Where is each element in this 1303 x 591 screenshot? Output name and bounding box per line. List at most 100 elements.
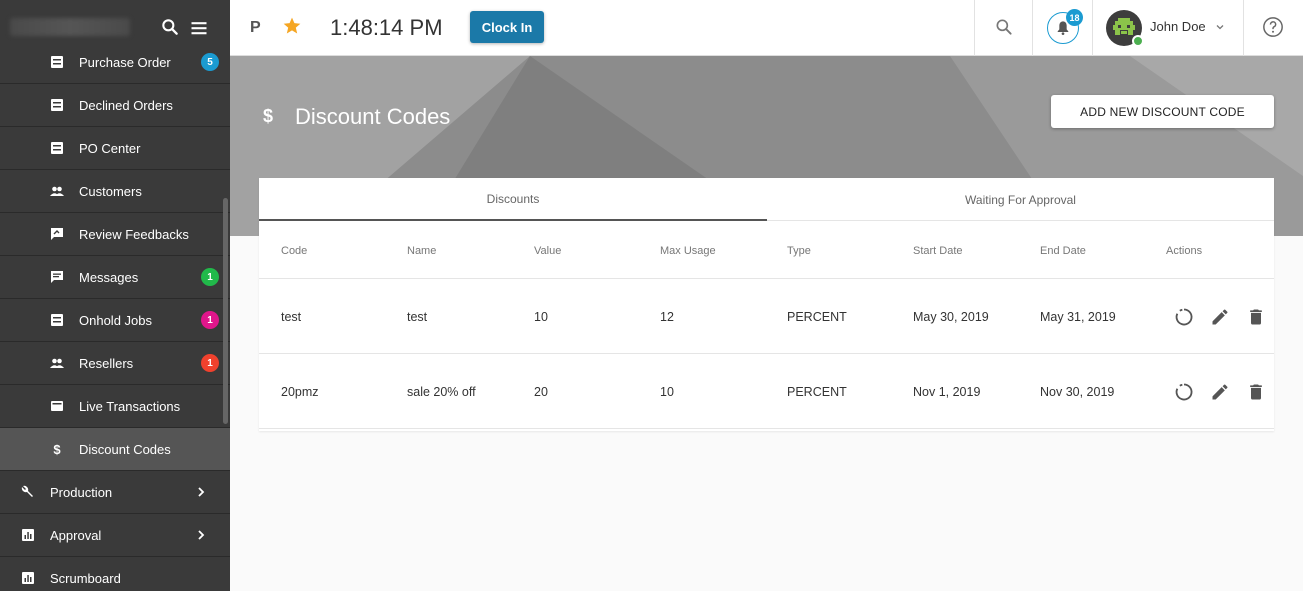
cell-max-usage: 12	[660, 310, 674, 324]
logo	[10, 18, 130, 36]
sidebar-item-scrumboard[interactable]: Scrumboard	[0, 557, 230, 591]
column-header[interactable]: Type	[787, 245, 811, 257]
user-name[interactable]: John Doe	[1150, 19, 1206, 34]
message-icon	[50, 270, 64, 284]
column-header[interactable]: Code	[281, 245, 307, 257]
wrench-icon	[21, 485, 35, 499]
edit-icon[interactable]	[1210, 382, 1230, 402]
star-icon[interactable]	[282, 16, 302, 36]
column-header[interactable]: Start Date	[913, 245, 963, 257]
cell-code: 20pmz	[281, 385, 319, 399]
cell-code: test	[281, 310, 302, 324]
table-row: test test 10 12 PERCENT May 30, 2019 May…	[259, 279, 1274, 354]
table-row: 20pmz sale 20% off 20 10 PERCENT Nov 1, …	[259, 354, 1274, 429]
edit-icon[interactable]	[1210, 307, 1230, 327]
sidebar-item-discount-codes[interactable]: $ Discount Codes	[0, 428, 230, 471]
tab-discounts[interactable]: Discounts	[259, 178, 767, 221]
online-status-icon	[1132, 35, 1144, 47]
table-header: Code Name Value Max Usage Type Start Dat…	[259, 221, 1274, 279]
tab-bar: Discounts Waiting For Approval	[259, 178, 1274, 221]
sidebar-item-label: Resellers	[79, 355, 134, 371]
list-icon	[50, 141, 64, 155]
list-icon	[50, 55, 64, 69]
count-badge: 1	[201, 268, 219, 286]
sidebar-item-review-feedbacks[interactable]: Review Feedbacks	[0, 213, 230, 256]
status-toggle-icon[interactable]	[1174, 307, 1194, 327]
clock-in-button[interactable]: Clock In	[470, 11, 544, 43]
sidebar-item-label: Approval	[50, 527, 102, 543]
cell-max-usage: 10	[660, 385, 674, 399]
sidebar-item-po-center[interactable]: PO Center	[0, 127, 230, 170]
count-badge: 5	[201, 53, 219, 71]
dollar-icon: $	[53, 441, 61, 457]
sidebar-item-customers[interactable]: Customers	[0, 170, 230, 213]
cell-value: 10	[534, 310, 548, 324]
count-badge: 1	[201, 311, 219, 329]
count-badge: 1	[201, 354, 219, 372]
sidebar: Purchase Order 5 Declined Orders PO Cent…	[0, 0, 230, 591]
column-header[interactable]: Value	[534, 245, 561, 257]
sidebar-item-label: Onhold Jobs	[79, 312, 152, 328]
menu-icon[interactable]	[189, 18, 209, 38]
help-icon[interactable]	[1262, 16, 1284, 38]
card-icon	[50, 399, 64, 413]
sidebar-item-label: Production	[50, 484, 113, 500]
cell-start-date: Nov 1, 2019	[913, 385, 981, 399]
list-icon	[50, 98, 64, 112]
sidebar-item-purchase-order[interactable]: Purchase Order 5	[0, 41, 230, 84]
sidebar-item-label: Declined Orders	[79, 97, 173, 113]
cell-end-date: Nov 30, 2019	[1040, 385, 1115, 399]
list-icon	[50, 313, 64, 327]
delete-icon[interactable]	[1246, 382, 1266, 402]
dollar-icon: $	[263, 106, 274, 126]
column-header[interactable]: Max Usage	[660, 245, 716, 257]
chevron-down-icon[interactable]	[1215, 22, 1225, 32]
sidebar-scrollbar[interactable]	[223, 198, 228, 424]
sidebar-item-declined-orders[interactable]: Declined Orders	[0, 84, 230, 127]
sidebar-item-label: Customers	[79, 183, 142, 199]
page-title: Discount Codes	[295, 104, 451, 129]
chart-icon	[21, 528, 35, 542]
clock-time: 1:48:14 PM	[330, 15, 443, 40]
sidebar-item-label: Discount Codes	[79, 441, 171, 457]
sidebar-item-production[interactable]: Production	[0, 471, 230, 514]
cell-start-date: May 30, 2019	[913, 310, 989, 324]
column-header[interactable]: End Date	[1040, 245, 1086, 257]
chevron-right-icon	[198, 487, 205, 497]
sidebar-item-resellers[interactable]: Resellers 1	[0, 342, 230, 385]
cell-name: test	[407, 310, 428, 324]
discounts-card: Discounts Waiting For Approval Code Name…	[259, 178, 1274, 431]
cell-type: PERCENT	[787, 385, 847, 399]
chart-icon	[21, 571, 35, 585]
project-initial[interactable]: P	[250, 19, 261, 37]
top-bar: P 1:48:14 PM Clock In 18 John Doe	[230, 0, 1303, 56]
tab-waiting-for-approval[interactable]: Waiting For Approval	[767, 178, 1274, 221]
divider	[1032, 0, 1033, 56]
cell-name: sale 20% off	[407, 385, 476, 399]
sidebar-item-label: Review Feedbacks	[79, 226, 189, 242]
sidebar-item-label: Scrumboard	[50, 570, 121, 586]
sidebar-item-approval[interactable]: Approval	[0, 514, 230, 557]
status-toggle-icon[interactable]	[1174, 382, 1194, 402]
sidebar-item-messages[interactable]: Messages 1	[0, 256, 230, 299]
cell-type: PERCENT	[787, 310, 847, 324]
search-icon[interactable]	[994, 17, 1014, 37]
sidebar-item-onhold-jobs[interactable]: Onhold Jobs 1	[0, 299, 230, 342]
feedback-icon	[50, 227, 64, 241]
divider	[974, 0, 975, 56]
divider	[1243, 0, 1244, 56]
people-icon	[50, 184, 64, 198]
search-icon[interactable]	[160, 17, 180, 37]
notifications-badge: 18	[1066, 9, 1083, 26]
divider	[1092, 0, 1093, 56]
chevron-right-icon	[198, 530, 205, 540]
cell-value: 20	[534, 385, 548, 399]
sidebar-item-label: PO Center	[79, 140, 141, 156]
sidebar-item-label: Live Transactions	[79, 398, 181, 414]
add-discount-code-button[interactable]: ADD NEW DISCOUNT CODE	[1051, 95, 1274, 128]
sidebar-item-label: Purchase Order	[79, 54, 171, 70]
cell-end-date: May 31, 2019	[1040, 310, 1116, 324]
sidebar-item-live-transactions[interactable]: Live Transactions	[0, 385, 230, 428]
delete-icon[interactable]	[1246, 307, 1266, 327]
column-header[interactable]: Name	[407, 245, 436, 257]
